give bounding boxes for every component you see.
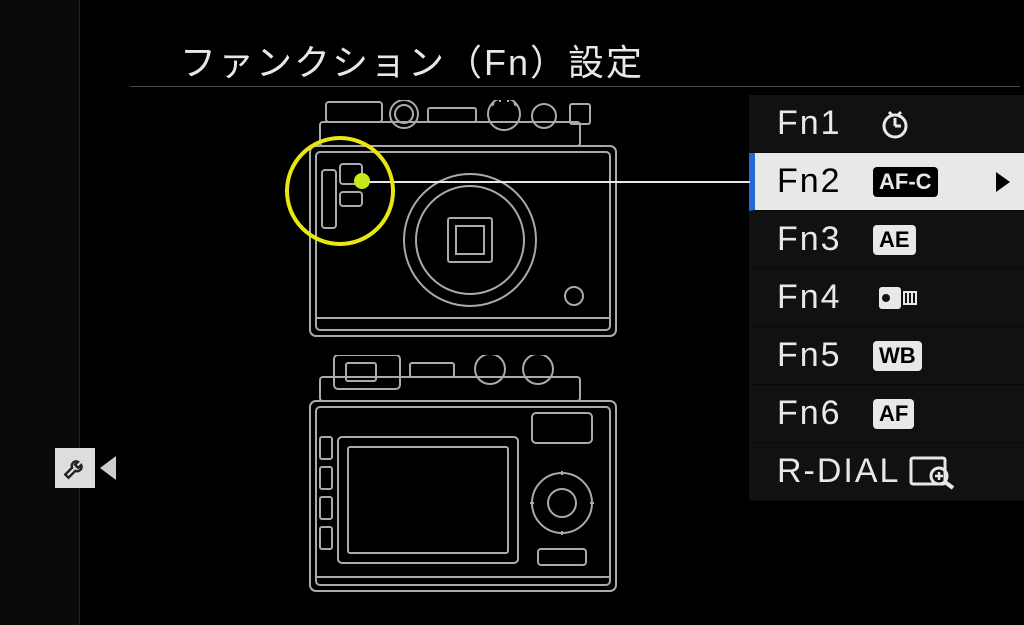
fn-label: Fn3 (777, 220, 873, 259)
fn-badge: AF (873, 399, 914, 429)
fn-label: Fn6 (777, 394, 873, 433)
film-simulation-icon (877, 283, 921, 313)
self-timer-icon (877, 106, 913, 142)
fn-item-fn6[interactable]: Fn6AF (749, 385, 1024, 443)
fn-label: Fn4 (777, 278, 873, 317)
fn-label: Fn2 (777, 162, 873, 201)
indicator-circle (285, 136, 395, 246)
indicator-dot (354, 173, 370, 189)
fn-item-fn5[interactable]: Fn5WB (749, 327, 1024, 385)
fn-badge: AF-C (873, 167, 938, 197)
fn-item-fn4[interactable]: Fn4 (749, 269, 1024, 327)
fn-item-fn2[interactable]: Fn2AF-C (749, 153, 1024, 211)
chevron-right-icon (996, 172, 1010, 192)
focus-zoom-icon (909, 454, 957, 490)
fn-label: R-DIAL (777, 452, 905, 491)
content-area: ファンクション（Fn）設定 (130, 0, 1024, 625)
fn-item-fn1[interactable]: Fn1 (749, 95, 1024, 153)
fn-item-r-dial[interactable]: R-DIAL (749, 443, 1024, 501)
page-title: ファンクション（Fn）設定 (180, 34, 644, 86)
fn-label: Fn5 (777, 336, 873, 375)
title-divider (130, 86, 1020, 87)
fn-list: Fn1Fn2AF-CFn3AEFn4Fn5WBFn6AFR-DIAL (749, 95, 1024, 501)
fn-badge: AE (873, 225, 916, 255)
fn-label: Fn1 (777, 104, 873, 143)
indicator-line (362, 181, 750, 183)
fn-item-fn3[interactable]: Fn3AE (749, 211, 1024, 269)
back-arrow-icon[interactable] (100, 456, 116, 480)
setup-wrench-icon[interactable] (55, 448, 95, 488)
sidebar (0, 0, 80, 625)
fn-badge: WB (873, 341, 922, 371)
